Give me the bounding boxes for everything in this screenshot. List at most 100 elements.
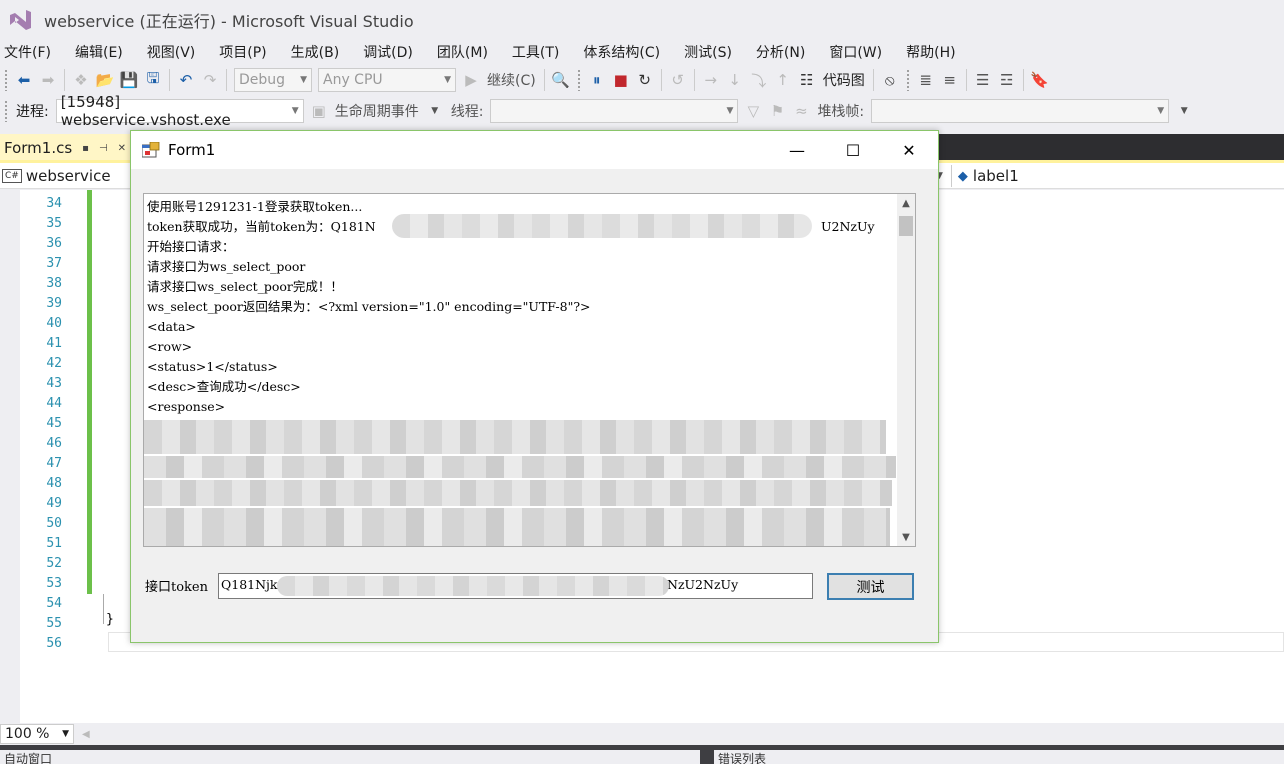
selection-margin [0,190,20,723]
toolbar-options-icon[interactable]: ▼ [1174,99,1194,123]
scroll-up-icon[interactable]: ▲ [897,194,915,212]
line-number: 34 [46,196,62,211]
redo-icon[interactable]: ↷ [200,68,220,92]
menu-window[interactable]: 窗口(W) [825,42,894,62]
flag-filter-icon[interactable]: ⚑ [767,99,787,123]
toolbar-grip[interactable] [905,69,910,91]
code-map-button[interactable]: 代码图 [823,70,865,90]
chevron-down-icon: ▼ [1157,106,1165,116]
toolbar-separator [64,69,65,91]
undo-icon[interactable]: ↶ [176,68,196,92]
pin-icon[interactable]: ▪ [82,143,89,154]
save-all-icon[interactable]: 🖫 [143,68,163,92]
log-textbox[interactable]: 使用账号1291231-1登录获取token... token获取成功，当前to… [143,193,916,547]
lifecycle-icon[interactable]: ▣ [309,99,329,123]
breakpoint-disable-icon[interactable]: ⦸ [880,68,900,92]
save-icon[interactable]: 💾 [119,68,139,92]
menu-test[interactable]: 测试(S) [680,42,744,62]
toolbar-grip[interactable] [4,69,8,91]
bookmark-icon[interactable]: 🔖 [1030,68,1050,92]
window-title: webservice (正在运行) - Microsoft Visual Stu… [44,12,414,31]
pause-icon[interactable]: ⏸ [587,68,607,92]
continue-button[interactable]: 继续(C) [487,70,536,90]
indent-icon[interactable]: ☰ [973,68,993,92]
menu-project[interactable]: 项目(P) [215,42,278,62]
scrollbar-thumb[interactable] [899,216,913,236]
token-tail-text: U2NzUy [821,219,875,234]
menu-build[interactable]: 生成(B) [287,42,352,62]
token-input[interactable]: Q181Njk NzU2NzUy [218,573,813,599]
filter-icon[interactable]: ▽ [743,99,763,123]
forward-icon[interactable]: ➡ [38,68,58,92]
configuration-value: Debug [239,72,286,88]
restart-icon[interactable]: ↻ [635,68,655,92]
back-icon[interactable]: ⬅ [14,68,34,92]
lifecycle-events-button[interactable]: 生命周期事件 [335,101,419,121]
menu-architecture[interactable]: 体系结构(C) [579,42,672,62]
menu-team[interactable]: 团队(M) [433,42,500,62]
outdent-icon[interactable]: ☲ [997,68,1017,92]
toolbar-grip[interactable] [4,100,8,122]
stack-frame-label: 堆栈帧: [817,104,865,120]
minimize-icon[interactable]: — [769,131,825,169]
member-dropdown[interactable]: ▼ ◆ label1 [936,165,1019,187]
log-line: <desc>查询成功</desc> [147,379,301,394]
menu-analyze[interactable]: 分析(N) [752,42,817,62]
toolbar-grip[interactable] [576,69,581,91]
open-file-icon[interactable]: 📂 [95,68,115,92]
chevron-down-icon[interactable]: ▼ [425,99,445,123]
close-icon[interactable]: ✕ [881,131,937,169]
refresh-icon[interactable]: ↺ [668,68,688,92]
toolbar-separator [226,69,227,91]
new-project-icon[interactable]: ❖ [71,68,91,92]
project-dropdown[interactable]: C# webservice [2,165,111,187]
zoom-select[interactable]: 100 % ▼ [0,724,74,744]
redacted-response-blur [144,456,896,478]
token-value-start: Q181Njk [221,577,278,592]
solution-platform-select[interactable]: Any CPU ▼ [318,68,456,92]
error-list-panel-tab[interactable]: 错误列表 [714,750,1284,764]
menu-help[interactable]: 帮助(H) [902,42,967,62]
expand-threads-icon[interactable]: ≈ [791,99,811,123]
log-scrollbar[interactable]: ▲ ▼ [897,194,915,546]
line-number: 42 [46,356,62,371]
uncomment-icon[interactable]: ≡ [940,68,960,92]
stop-icon[interactable]: ■ [611,68,631,92]
find-icon[interactable]: 🔍 [551,68,571,92]
line-number: 39 [46,296,62,311]
log-line: 开始接口请求： [147,239,235,254]
form-title-bar[interactable]: Form1 — ☐ ✕ [131,131,938,169]
step-out-icon[interactable]: ↑ [773,68,793,92]
line-number: 48 [46,476,62,491]
visual-studio-logo-icon [10,10,31,30]
menu-debug[interactable]: 调试(D) [359,42,425,62]
line-number: 37 [46,256,62,271]
test-button[interactable]: 测试 [827,573,914,600]
solution-configuration-select[interactable]: Debug ▼ [234,68,312,92]
line-number: 38 [46,276,62,291]
stack-frame-select[interactable]: ▼ [871,99,1170,123]
process-select[interactable]: [15948] webservice.vshost.exe ▼ [55,93,304,129]
scroll-down-icon[interactable]: ▼ [897,528,915,546]
redacted-response-blur [144,420,886,454]
comment-icon[interactable]: ≣ [916,68,936,92]
autos-panel-tab[interactable]: 自动窗口 [0,750,700,764]
step-over-icon[interactable]: ⤵ [749,68,769,92]
toolbar-separator [660,69,662,91]
thread-select[interactable]: ▼ [490,99,739,123]
step-into-icon[interactable]: ↓ [725,68,745,92]
pin-tab-icon[interactable]: ⊣ [99,143,108,154]
close-icon[interactable]: ✕ [118,143,126,154]
menu-file[interactable]: 文件(F) [0,42,63,62]
menu-edit[interactable]: 编辑(E) [71,42,135,62]
menu-tools[interactable]: 工具(T) [508,42,571,62]
tab-form1-cs[interactable]: Form1.cs ▪ ⊣ ✕ [0,134,140,162]
maximize-icon[interactable]: ☐ [825,131,881,169]
code-map-icon[interactable]: ☷ [797,68,817,92]
toolbar-separator [872,69,874,91]
standard-toolbar: ⬅ ➡ ❖ 📂 💾 🖫 ↶ ↷ Debug ▼ Any CPU ▼ ▶ 继续(C… [0,65,1284,95]
scroll-left-icon[interactable]: ◀ [82,729,90,740]
menu-view[interactable]: 视图(V) [143,42,208,62]
show-next-statement-icon[interactable]: → [701,68,721,92]
play-icon[interactable]: ▶ [461,68,481,92]
